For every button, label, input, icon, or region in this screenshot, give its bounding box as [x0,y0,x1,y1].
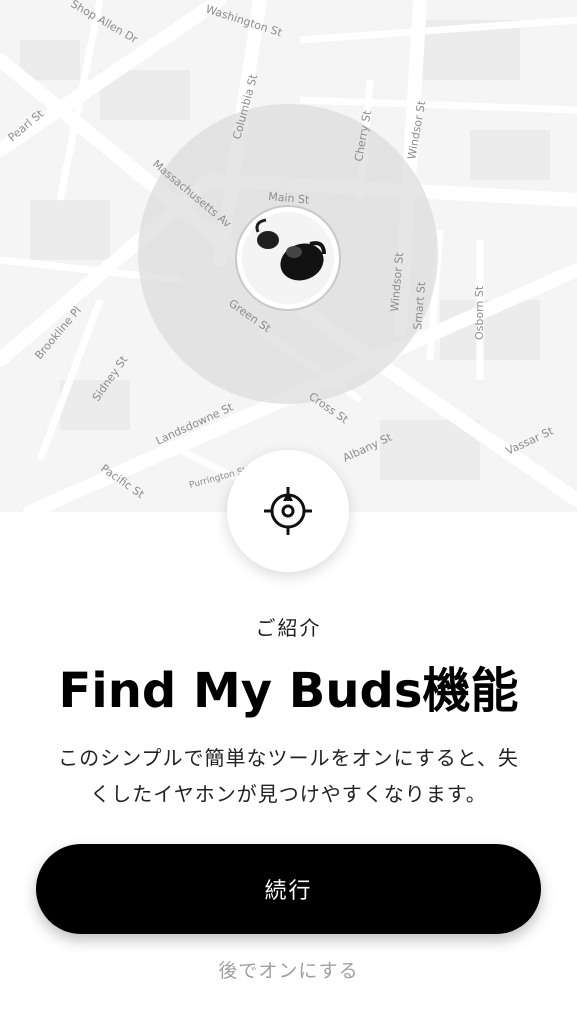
locate-button[interactable] [227,450,349,572]
street-label-shop-allen: Shop Allen Dr [69,0,141,46]
description-line-1: このシンプルで簡単なツールをオンにすると、失 [58,746,519,770]
locate-crosshair-icon [264,487,312,535]
enable-later-link[interactable]: 後でオンにする [0,956,577,983]
street-label-osborn: Osborn St [473,285,486,340]
earbuds-marker[interactable] [235,205,341,311]
street-map: Washington St Shop Allen Dr Pearl St Col… [0,0,577,512]
description-line-2: くしたイヤホンが見つけやすくなります。 [90,782,487,806]
map-view[interactable]: Washington St Shop Allen Dr Pearl St Col… [0,0,577,512]
street-label-washington: Washington St [204,2,284,39]
continue-button[interactable]: 続行 [36,844,541,934]
street-label-vassar: Vassar St [504,424,556,458]
page-title: Find My Buds機能 [58,663,519,719]
intro-eyebrow: ご紹介 [255,616,322,640]
description: このシンプルで簡単なツールをオンにすると、失 くしたイヤホンが見つけやすくなりま… [30,740,547,812]
